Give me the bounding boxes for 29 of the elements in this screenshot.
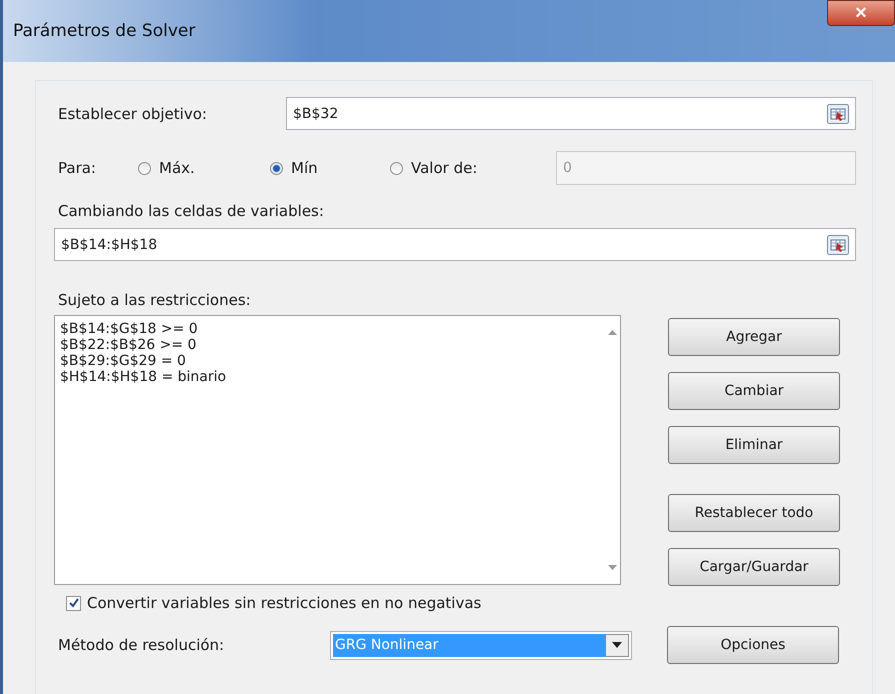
dialog-button[interactable]: Cargar/Guardar [668, 548, 840, 586]
scroll-up-icon[interactable] [608, 330, 616, 335]
constraint-item[interactable]: $B$14:$G$18 >= 0 [60, 321, 599, 337]
dialog-button[interactable]: Restablecer todo [668, 494, 840, 532]
radio-option[interactable]: Máx. [138, 159, 270, 177]
checkbox[interactable] [66, 596, 81, 610]
range-select-icon[interactable] [827, 104, 849, 124]
check-icon [68, 597, 80, 609]
range-select-icon[interactable] [827, 234, 849, 254]
variables-field[interactable]: $B$14:$H$18 [54, 228, 856, 261]
variables-label: Cambiando las celdas de variables: [58, 202, 325, 220]
radio-option[interactable]: Valor de: [390, 159, 556, 177]
objective-label: Establecer objetivo: [58, 104, 208, 122]
constraint-item[interactable]: $H$14:$H$18 = binario [60, 369, 599, 385]
para-label: Para: [58, 159, 97, 177]
window-title: Parámetros de Solver [12, 21, 196, 41]
dropdown-arrow-icon[interactable] [612, 642, 622, 648]
dialog-button[interactable]: Cambiar [668, 372, 840, 410]
dialog-button[interactable]: Eliminar [668, 426, 840, 464]
objective-field[interactable]: $B$32 [286, 97, 856, 130]
nonnegative-checkbox-row[interactable]: Convertir variables sin restricciones en no negativas [66, 594, 856, 612]
constraint-item[interactable]: $B$29:$G$29 = 0 [60, 353, 599, 369]
radio-option[interactable]: Mín [270, 159, 390, 177]
scroll-down-icon[interactable] [608, 565, 616, 570]
options-button[interactable]: Opciones [667, 626, 839, 664]
constraints-label: Sujeto a las restricciones: [58, 291, 252, 309]
dialog-button[interactable]: Agregar [668, 318, 840, 356]
constraint-item[interactable]: $B$22:$B$26 >= 0 [60, 337, 599, 353]
method-label: Método de resolución: [58, 636, 226, 654]
